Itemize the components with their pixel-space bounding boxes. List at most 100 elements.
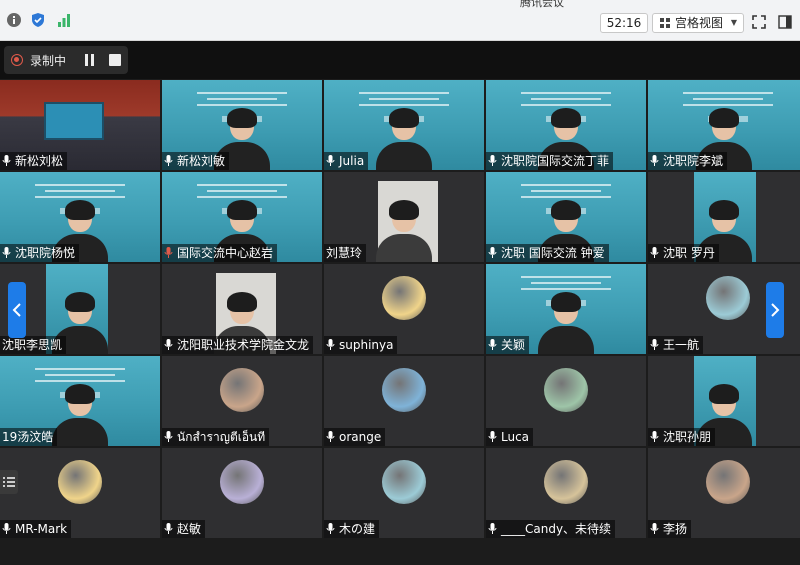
microphone-icon [650,247,659,258]
participant-name: 19汤汶皓 [0,428,58,446]
participant-name: 王一航 [648,336,704,354]
participant-name-text: 新松刘敏 [177,154,226,168]
microphone-icon [650,523,659,534]
previous-page-button[interactable] [8,282,26,338]
security-shield-icon[interactable] [30,12,46,28]
participant-name: 沈职院国际交流丁菲 [486,152,614,170]
video-feed [50,382,110,446]
info-icon[interactable] [6,12,22,28]
video-feed [374,106,434,170]
microphone-icon [488,155,497,166]
fullscreen-icon[interactable] [752,15,766,29]
menu-icon [3,477,15,487]
participant-tile[interactable]: 新松刘敏 [162,80,322,170]
participant-tile[interactable]: 沈职院杨悦 [0,172,160,262]
participant-name-text: นักสำราญตีเอ็นที [177,430,266,444]
microphone-icon [488,339,497,350]
participant-tile[interactable]: orange [324,356,484,446]
microphone-icon [326,431,335,442]
person-silhouette [374,198,434,262]
participant-name-text: 沈职孙朋 [663,430,712,444]
participant-name: 关颖 [486,336,530,354]
view-mode-label: 宫格视图 [675,16,724,30]
microphone-icon [2,247,11,258]
avatar [382,460,426,504]
avatar [544,368,588,412]
chevron-left-icon [12,303,21,317]
participant-tile[interactable]: 赵敏 [162,448,322,538]
participant-name-text: 沈职 罗丹 [663,246,715,260]
microphone-icon [2,155,11,166]
video-feed [536,290,596,354]
participant-name-text: 沈职 国际交流 钟爱 [501,246,605,260]
side-panel-handle[interactable] [0,470,18,494]
participant-tile[interactable]: 19汤汶皓 [0,356,160,446]
view-mode-select[interactable]: 宫格视图 ▼ [652,13,744,33]
microphone-icon [326,155,335,166]
participant-tile[interactable]: 沈职 国际交流 钟爱 [486,172,646,262]
microphone-icon [326,339,335,350]
recording-control: 录制中 [4,46,128,74]
microphone-icon [650,339,659,350]
participant-name: 赵敏 [162,520,206,538]
participant-tile[interactable]: 沈阳职业技术学院金文龙 [162,264,322,354]
microphone-icon [164,523,173,534]
participant-name: นักสำราญตีเอ็นที [162,428,270,446]
participant-name: orange [324,428,386,446]
avatar [706,460,750,504]
participant-tile[interactable]: 新松刘松 [0,80,160,170]
participant-name: 李扬 [648,520,692,538]
participant-tile[interactable]: Julia [324,80,484,170]
avatar [220,368,264,412]
participant-name-text: 沈职李思凯 [2,338,63,352]
participant-tile[interactable]: Luca [486,356,646,446]
meeting-title: 腾讯会议 [520,0,564,9]
avatar [220,460,264,504]
participant-name-text: suphinya [339,338,394,352]
participant-name-text: 沈职院国际交流丁菲 [501,154,610,168]
next-page-button[interactable] [766,282,784,338]
participant-name: suphinya [324,336,398,354]
microphone-icon [164,431,173,442]
participant-tile[interactable]: 关颖 [486,264,646,354]
participant-tile[interactable]: ____Candy、未待续 [486,448,646,538]
participant-name-text: 新松刘松 [15,154,64,168]
recording-label: 录制中 [30,54,67,68]
participant-tile[interactable]: 国际交流中心赵岩 [162,172,322,262]
participant-name-text: 沈阳职业技术学院金文龙 [177,338,310,352]
pause-recording-button[interactable] [84,54,96,66]
avatar [544,460,588,504]
participant-name-text: 19汤汶皓 [2,430,54,444]
participant-name-text: Luca [501,430,530,444]
participant-tile[interactable]: 沈职院国际交流丁菲 [486,80,646,170]
window-layout-icon[interactable] [778,15,792,29]
participant-tile[interactable]: suphinya [324,264,484,354]
participant-name-text: 刘慧玲 [326,246,363,260]
participant-name: 沈职 国际交流 钟爱 [486,244,609,262]
participant-tile[interactable]: 沈职 罗丹 [648,172,800,262]
participant-tile[interactable]: 沈职孙朋 [648,356,800,446]
network-signal-icon[interactable] [56,12,72,28]
participant-name: 沈阳职业技术学院金文龙 [162,336,314,354]
participant-name-text: 关颖 [501,338,526,352]
participant-tile[interactable]: 木の建 [324,448,484,538]
participant-tile[interactable]: 刘慧玲 [324,172,484,262]
participant-tile[interactable]: 沈职院李斌 [648,80,800,170]
microphone-icon [488,431,497,442]
recording-bar: 录制中 [0,41,800,79]
microphone-icon [164,155,173,166]
stop-recording-button[interactable] [109,54,121,66]
microphone-icon [2,523,11,534]
participant-tile[interactable]: นักสำราญตีเอ็นที [162,356,322,446]
participant-name: 沈职 罗丹 [648,244,719,262]
microphone-icon [488,523,497,534]
record-icon [11,54,23,66]
participant-name-text: ____Candy、未待续 [501,522,612,536]
participant-tile[interactable]: 李扬 [648,448,800,538]
microphone-icon [650,431,659,442]
participant-name: MR-Mark [0,520,72,538]
microphone-icon [326,523,335,534]
participant-name-text: 沈职院李斌 [663,154,724,168]
participant-name-text: 木の建 [339,522,376,536]
participant-tile[interactable]: MR-Mark [0,448,160,538]
